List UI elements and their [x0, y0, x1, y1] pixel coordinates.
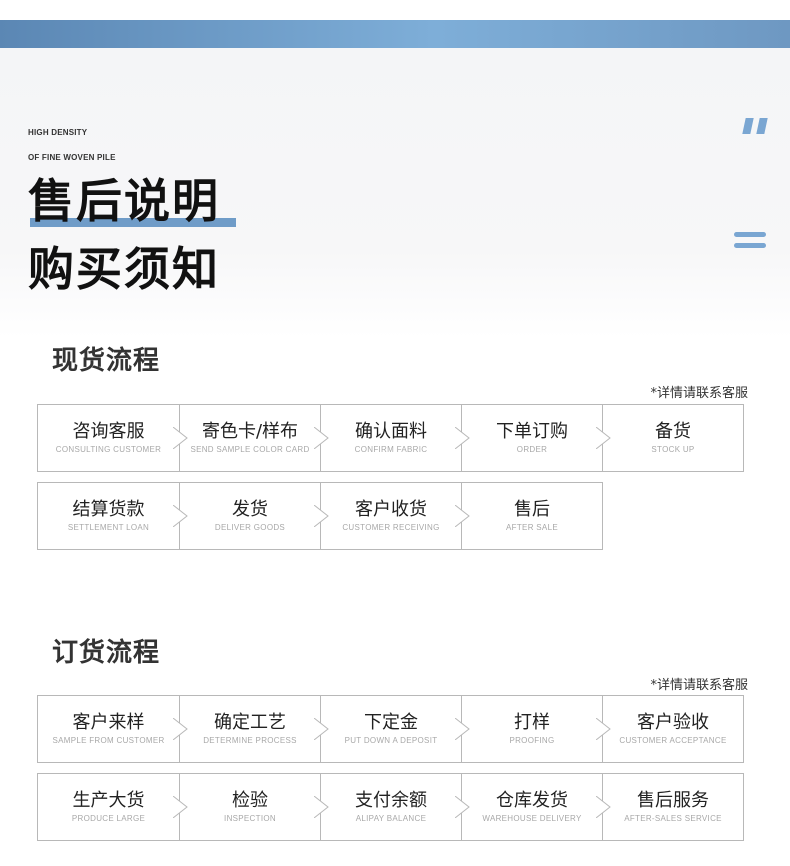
step-en-label: CUSTOMER ACCEPTANCE — [619, 736, 727, 745]
step-en-label: AFTER-SALES SERVICE — [624, 814, 722, 823]
step-label: 仓库发货 — [496, 790, 568, 811]
step-en-label: PUT DOWN A DEPOSIT — [344, 736, 438, 745]
step-en-label: DETERMINE PROCESS — [203, 736, 297, 745]
flow-step: 打样 PROOFING — [461, 695, 611, 763]
header-en-line2: OF FINE WOVEN PILE — [28, 153, 116, 162]
flow-step: 咨询客服 CONSULTING CUSTOMER — [37, 404, 188, 472]
chevron-right-icon — [173, 718, 188, 740]
order-flow-row-1: 客户来样 SAMPLE FROM CUSTOMER 确定工艺 DETERMINE P… — [37, 695, 744, 763]
step-label: 打样 — [514, 712, 550, 733]
page-subtitle: 购买须知 — [28, 242, 220, 296]
step-en-label: PRODUCE LARGE — [71, 814, 146, 823]
step-label: 支付余额 — [355, 790, 427, 811]
step-label: 检验 — [232, 790, 268, 811]
quote-icon — [742, 118, 772, 134]
step-label: 确定工艺 — [214, 712, 286, 733]
step-label: 备货 — [655, 421, 691, 442]
flow-step: 发货 DELIVER GOODS — [179, 482, 329, 550]
step-en-label: CUSTOMER RECEIVING — [342, 523, 440, 532]
chevron-right-icon — [455, 796, 470, 818]
flow-step: 客户来样 SAMPLE FROM CUSTOMER — [37, 695, 188, 763]
step-label: 客户收货 — [355, 499, 427, 520]
step-en-label: INSPECTION — [224, 814, 276, 823]
step-en-label: CONSULTING CUSTOMER — [55, 445, 162, 454]
flow-step: 售后 AFTER SALE — [461, 482, 603, 550]
order-flow-row-2: 生产大货 PRODUCE LARGE 检验 INSPECTION 支付余额 ALIPA… — [37, 773, 744, 841]
step-label: 下定金 — [364, 712, 418, 733]
step-en-label: SETTLEMENT LOAN — [67, 523, 150, 532]
step-en-label: SEND SAMPLE COLOR CARD — [190, 445, 310, 454]
chevron-right-icon — [173, 505, 188, 527]
flow-step: 检验 INSPECTION — [179, 773, 329, 841]
order-contact-note: *详情请联系客服 — [650, 678, 748, 693]
step-label: 售后服务 — [637, 790, 709, 811]
flow-step: 仓库发货 WAREHOUSE DELIVERY — [461, 773, 611, 841]
step-label: 客户来样 — [72, 712, 145, 733]
top-banner-bar — [0, 20, 790, 48]
step-label: 生产大货 — [72, 790, 145, 811]
step-en-label: SAMPLE FROM CUSTOMER — [52, 736, 165, 745]
spot-contact-note: *详情请联系客服 — [650, 386, 748, 401]
flow-step: 寄色卡/样布 SEND SAMPLE COLOR CARD — [179, 404, 329, 472]
flow-step: 备货 STOCK UP — [602, 404, 744, 472]
step-en-label: ALIPAY BALANCE — [355, 814, 427, 823]
step-en-label: ORDER — [516, 445, 548, 454]
page-title: 售后说明 — [28, 174, 220, 228]
step-en-label: STOCK UP — [651, 445, 695, 454]
spot-flow-row-1: 咨询客服 CONSULTING CUSTOMER 寄色卡/样布 SEND SAMPL… — [37, 404, 744, 472]
header-en-line1: HIGH DENSITY — [28, 128, 88, 137]
step-label: 结算货款 — [72, 499, 145, 520]
step-en-label: WAREHOUSE DELIVERY — [482, 814, 582, 823]
step-label: 寄色卡/样布 — [201, 421, 299, 442]
chevron-right-icon — [455, 505, 470, 527]
step-label: 咨询客服 — [72, 421, 145, 442]
flow-step: 支付余额 ALIPAY BALANCE — [320, 773, 470, 841]
chevron-right-icon — [173, 427, 188, 449]
flow-step: 结算货款 SETTLEMENT LOAN — [37, 482, 188, 550]
flow-step: 确认面料 CONFIRM FABRIC — [320, 404, 470, 472]
flow-step: 下定金 PUT DOWN A DEPOSIT — [320, 695, 470, 763]
step-label: 客户验收 — [637, 712, 709, 733]
chevron-right-icon — [314, 718, 329, 740]
step-en-label: AFTER SALE — [506, 523, 558, 532]
chevron-right-icon — [314, 505, 329, 527]
chevron-right-icon — [596, 718, 611, 740]
chevron-right-icon — [596, 427, 611, 449]
chevron-right-icon — [314, 427, 329, 449]
step-label: 售后 — [514, 499, 550, 520]
chevron-right-icon — [455, 718, 470, 740]
flow-step: 客户验收 CUSTOMER ACCEPTANCE — [602, 695, 744, 763]
step-en-label: PROOFING — [509, 736, 555, 745]
menu-icon — [734, 232, 766, 254]
step-label: 确认面料 — [355, 421, 427, 442]
spot-section-title: 现货流程 — [52, 346, 161, 376]
chevron-right-icon — [314, 796, 329, 818]
chevron-right-icon — [455, 427, 470, 449]
step-label: 发货 — [232, 499, 268, 520]
flow-step: 售后服务 AFTER-SALES SERVICE — [602, 773, 744, 841]
flow-step: 确定工艺 DETERMINE PROCESS — [179, 695, 329, 763]
flow-step: 生产大货 PRODUCE LARGE — [37, 773, 188, 841]
step-label: 下单订购 — [496, 421, 568, 442]
step-en-label: CONFIRM FABRIC — [354, 445, 428, 454]
step-en-label: DELIVER GOODS — [214, 523, 286, 532]
flow-step: 客户收货 CUSTOMER RECEIVING — [320, 482, 470, 550]
spot-flow-row-2: 结算货款 SETTLEMENT LOAN 发货 DELIVER GOODS 客户收货… — [37, 482, 603, 550]
order-section-title: 订货流程 — [52, 638, 161, 668]
flow-step: 下单订购 ORDER — [461, 404, 611, 472]
chevron-right-icon — [596, 796, 611, 818]
chevron-right-icon — [173, 796, 188, 818]
